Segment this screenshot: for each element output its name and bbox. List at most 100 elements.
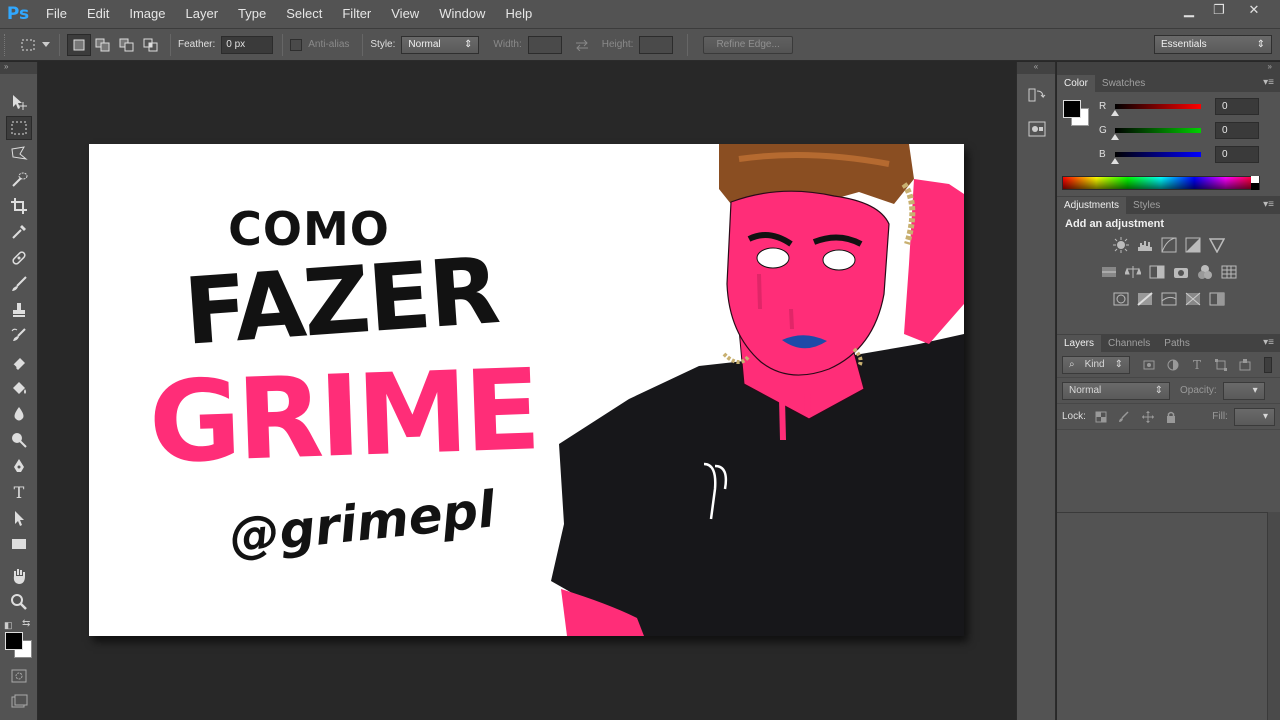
swap-dimensions-icon[interactable] <box>570 34 594 56</box>
levels-icon[interactable] <box>1136 236 1154 254</box>
panel-menu-icon[interactable]: ▾≡ <box>1263 337 1274 348</box>
color-spectrum[interactable] <box>1062 176 1260 190</box>
layers-list[interactable] <box>1057 512 1267 720</box>
marquee-preset-icon[interactable] <box>16 34 40 56</box>
toolbar-collapse-button[interactable]: » <box>0 62 37 74</box>
panel-menu-icon[interactable]: ▾≡ <box>1263 199 1274 210</box>
black-white-icon[interactable] <box>1148 263 1166 281</box>
healing-brush-tool-icon[interactable] <box>6 246 32 270</box>
foreground-color-swatch[interactable] <box>5 632 23 650</box>
hue-saturation-icon[interactable] <box>1100 263 1118 281</box>
hand-tool-icon[interactable] <box>6 564 32 588</box>
pixel-filter-icon[interactable] <box>1142 358 1156 372</box>
menu-filter[interactable]: Filter <box>332 0 381 28</box>
tab-color[interactable]: Color <box>1057 75 1095 92</box>
quick-selection-tool-icon[interactable] <box>6 168 32 192</box>
workspace-select[interactable]: Essentials ⇕ <box>1154 35 1272 54</box>
type-tool-icon[interactable]: T <box>6 480 32 504</box>
red-slider-track[interactable] <box>1111 104 1201 116</box>
path-selection-tool-icon[interactable] <box>6 506 32 530</box>
clone-stamp-tool-icon[interactable] <box>6 298 32 322</box>
panel-menu-icon[interactable]: ▾≡ <box>1263 77 1274 88</box>
tab-swatches[interactable]: Swatches <box>1095 75 1152 92</box>
type-filter-icon[interactable]: T <box>1190 358 1204 372</box>
restore-button[interactable]: ❐ <box>1204 0 1234 20</box>
invert-icon[interactable] <box>1112 290 1130 308</box>
curves-icon[interactable] <box>1160 236 1178 254</box>
eraser-tool-icon[interactable] <box>6 350 32 374</box>
history-panel-icon[interactable] <box>1023 82 1051 108</box>
history-brush-tool-icon[interactable] <box>6 324 32 348</box>
blue-slider-knob[interactable] <box>1111 158 1119 164</box>
tab-paths[interactable]: Paths <box>1157 335 1197 352</box>
menu-view[interactable]: View <box>381 0 429 28</box>
opacity-input[interactable]: ▾ <box>1222 381 1265 400</box>
selective-color-icon[interactable] <box>1208 290 1226 308</box>
menu-type[interactable]: Type <box>228 0 276 28</box>
blue-slider-track[interactable] <box>1111 152 1201 164</box>
lock-all-icon[interactable] <box>1165 410 1179 424</box>
new-selection-icon[interactable] <box>67 33 91 56</box>
height-input[interactable] <box>639 35 674 54</box>
crop-tool-icon[interactable] <box>6 194 32 218</box>
white-swatch[interactable] <box>1251 176 1259 183</box>
blend-mode-select[interactable]: Normal ⇕ <box>1062 381 1170 400</box>
document-canvas[interactable]: COMO FAZER GRIME @grimepl <box>89 144 964 636</box>
color-lookup-icon[interactable] <box>1220 263 1238 281</box>
lock-transparent-icon[interactable] <box>1094 410 1108 424</box>
options-grip[interactable] <box>4 33 12 56</box>
menu-help[interactable]: Help <box>495 0 542 28</box>
channel-mixer-icon[interactable] <box>1196 263 1214 281</box>
brush-tool-icon[interactable] <box>6 272 32 296</box>
gradient-map-icon[interactable] <box>1184 290 1202 308</box>
menu-edit[interactable]: Edit <box>77 0 119 28</box>
blur-tool-icon[interactable] <box>6 402 32 426</box>
screen-mode-icon[interactable] <box>6 690 32 714</box>
properties-panel-icon[interactable] <box>1023 116 1051 142</box>
minimize-button[interactable]: ▁ <box>1174 0 1204 20</box>
close-button[interactable]: ✕ <box>1234 0 1274 20</box>
lasso-tool-icon[interactable] <box>6 142 32 166</box>
filter-toggle-switch[interactable] <box>1264 356 1272 373</box>
posterize-icon[interactable] <box>1136 290 1154 308</box>
tab-adjustments[interactable]: Adjustments <box>1057 197 1127 214</box>
move-tool-icon[interactable] <box>6 90 32 114</box>
green-value-input[interactable]: 0 <box>1215 122 1259 139</box>
tab-layers[interactable]: Layers <box>1057 335 1102 352</box>
strip-collapse-button[interactable]: « <box>1017 62 1055 74</box>
pen-tool-icon[interactable] <box>6 454 32 478</box>
layers-scrollbar[interactable] <box>1267 512 1280 720</box>
menu-select[interactable]: Select <box>276 0 332 28</box>
zoom-tool-icon[interactable] <box>6 590 32 614</box>
threshold-icon[interactable] <box>1160 290 1178 308</box>
intersect-selection-icon[interactable] <box>139 34 163 56</box>
green-slider-knob[interactable] <box>1111 134 1119 140</box>
lock-image-icon[interactable] <box>1118 410 1132 424</box>
red-value-input[interactable]: 0 <box>1215 98 1259 115</box>
dodge-tool-icon[interactable] <box>6 428 32 452</box>
brightness-contrast-icon[interactable] <box>1112 236 1130 254</box>
chevron-down-icon[interactable] <box>40 34 52 56</box>
panels-expand-button[interactable]: » <box>1057 62 1280 74</box>
tab-channels[interactable]: Channels <box>1101 335 1157 352</box>
style-select[interactable]: Normal ⇕ <box>401 35 480 54</box>
vibrance-icon[interactable] <box>1208 236 1226 254</box>
red-slider-knob[interactable] <box>1111 110 1119 116</box>
eyedropper-tool-icon[interactable] <box>6 220 32 244</box>
adjustment-filter-icon[interactable] <box>1166 358 1180 372</box>
shape-filter-icon[interactable] <box>1214 358 1228 372</box>
menu-window[interactable]: Window <box>429 0 495 28</box>
width-input[interactable] <box>527 35 562 54</box>
tab-styles[interactable]: Styles <box>1126 197 1167 214</box>
color-balance-icon[interactable] <box>1124 263 1142 281</box>
blue-value-input[interactable]: 0 <box>1215 146 1259 163</box>
exposure-icon[interactable] <box>1184 236 1202 254</box>
default-colors-icon[interactable]: ◧ <box>4 620 13 631</box>
subtract-from-selection-icon[interactable] <box>115 34 139 56</box>
marquee-tool-icon[interactable] <box>6 116 32 140</box>
feather-input[interactable]: 0 px <box>221 35 274 54</box>
quick-mask-icon[interactable] <box>6 664 32 688</box>
black-swatch[interactable] <box>1251 183 1259 190</box>
photo-filter-icon[interactable] <box>1172 263 1190 281</box>
layer-kind-select[interactable]: ⌕ Kind ⇕ <box>1062 355 1130 374</box>
